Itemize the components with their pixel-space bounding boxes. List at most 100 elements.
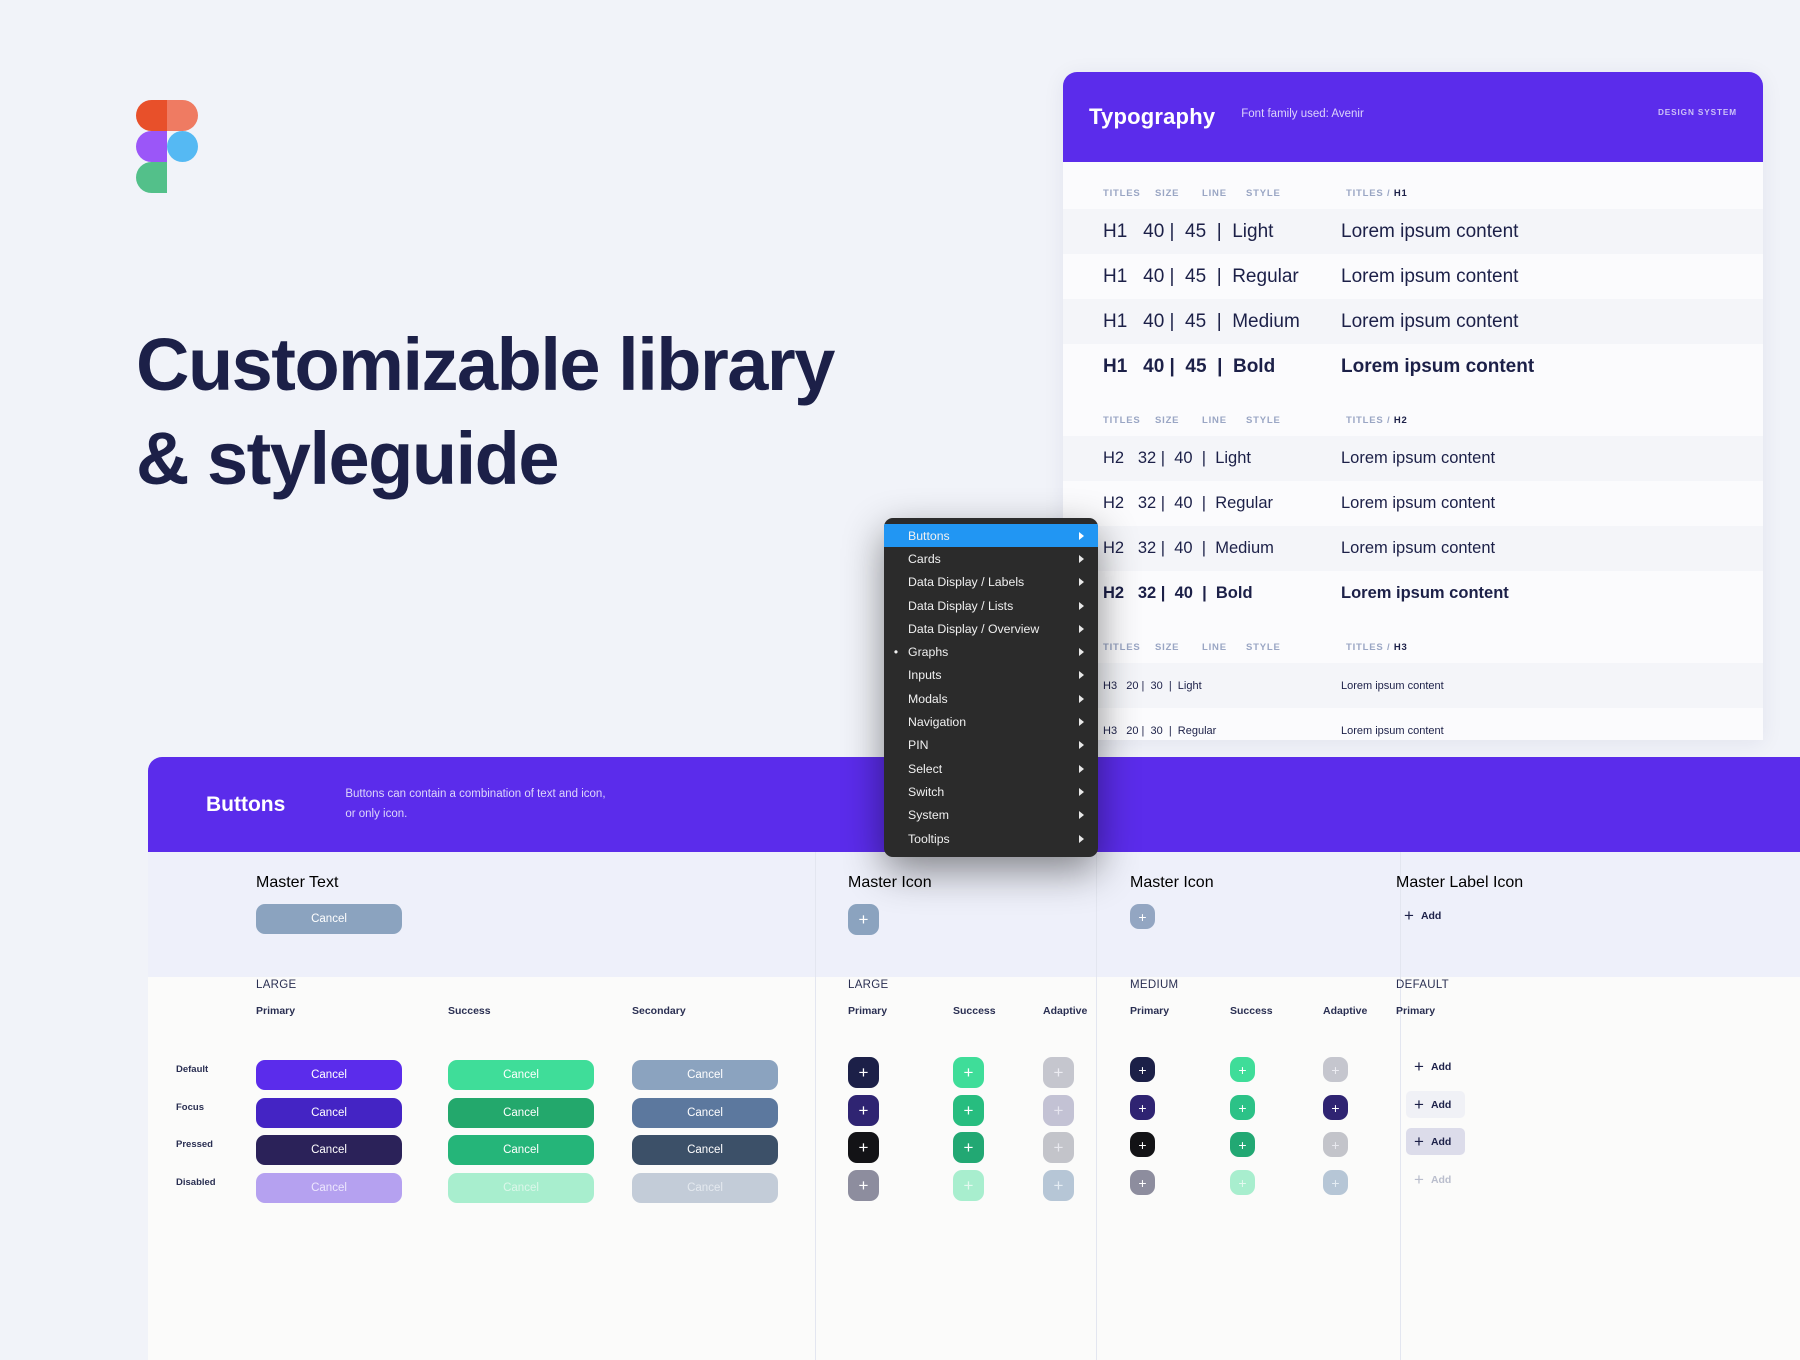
menu-item-label: System: [908, 808, 949, 823]
master-text-button[interactable]: Cancel: [256, 904, 402, 934]
menu-item-inputs[interactable]: Inputs: [884, 664, 1098, 687]
text-button-success-disabled[interactable]: Cancel: [448, 1173, 594, 1203]
label-icon-button-focus[interactable]: + Add: [1406, 1091, 1466, 1118]
icon-button-medium-adaptive-pressed[interactable]: +: [1323, 1132, 1348, 1157]
column-header-sample: TITLES / H2: [1346, 415, 1408, 426]
icon-button-medium-adaptive-disabled[interactable]: +: [1323, 1170, 1348, 1195]
menu-item-select[interactable]: Select: [884, 757, 1098, 780]
icon-button-large-adaptive-default[interactable]: +: [1043, 1057, 1074, 1088]
typography-row: H2 32 | 40 | Bold Lorem ipsum content: [1063, 571, 1763, 616]
column-header-style: STYLE: [1246, 188, 1281, 199]
icon-column-title-large-primary: Primary: [848, 1005, 888, 1017]
state-label-disabled: Disabled: [176, 1177, 216, 1188]
text-column-title-primary: Primary: [256, 1005, 296, 1017]
text-button-secondary-disabled[interactable]: Cancel: [632, 1173, 778, 1203]
chevron-right-icon: [1079, 834, 1084, 843]
typography-panel: Typography Font family used: Avenir DESI…: [1063, 72, 1763, 740]
icon-button-medium-adaptive-default[interactable]: +: [1323, 1057, 1348, 1082]
text-button-secondary-pressed[interactable]: Cancel: [632, 1135, 778, 1165]
state-label-pressed: Pressed: [176, 1139, 213, 1150]
chevron-right-icon: [1079, 718, 1084, 727]
text-button-success-pressed[interactable]: Cancel: [448, 1135, 594, 1165]
icon-button-large-success-pressed[interactable]: +: [953, 1132, 984, 1163]
text-button-primary-pressed[interactable]: Cancel: [256, 1135, 402, 1165]
chevron-right-icon: [1079, 578, 1084, 587]
menu-item-buttons[interactable]: Buttons: [884, 524, 1098, 548]
typography-sample: Lorem ipsum content: [1341, 310, 1519, 332]
icon-button-medium-adaptive-focus[interactable]: +: [1323, 1095, 1348, 1120]
icon-button-large-primary-disabled[interactable]: +: [848, 1170, 879, 1201]
icon-button-large-primary-pressed[interactable]: +: [848, 1132, 879, 1163]
text-button-primary-disabled[interactable]: Cancel: [256, 1173, 402, 1203]
icon-button-large-success-disabled[interactable]: +: [953, 1170, 984, 1201]
icon-button-large-success-focus[interactable]: +: [953, 1095, 984, 1126]
typography-row: H2 32 | 40 | Light Lorem ipsum content: [1063, 436, 1763, 481]
menu-item-label: Inputs: [908, 668, 942, 683]
menu-item-data-display-lists[interactable]: Data Display / Lists: [884, 594, 1098, 617]
headline-line-1: Customizable library: [136, 323, 835, 406]
typography-spec: H3 20 | 30 | Light: [1103, 679, 1202, 692]
icon-button-medium-primary-default[interactable]: +: [1130, 1057, 1155, 1082]
text-button-secondary-default[interactable]: Cancel: [632, 1060, 778, 1090]
label-icon-button-pressed[interactable]: + Add: [1406, 1128, 1466, 1155]
master-icon-button-large[interactable]: +: [848, 904, 879, 935]
menu-item-label: Data Display / Labels: [908, 575, 1025, 590]
text-column-title-secondary: Secondary: [632, 1005, 686, 1017]
icon-button-medium-success-default[interactable]: +: [1230, 1057, 1255, 1082]
icon-button-large-primary-default[interactable]: +: [848, 1057, 879, 1088]
menu-item-modals[interactable]: Modals: [884, 687, 1098, 710]
typography-sample: Lorem ipsum content: [1341, 220, 1519, 242]
icon-button-medium-primary-disabled[interactable]: +: [1130, 1170, 1155, 1195]
text-button-success-default[interactable]: Cancel: [448, 1060, 594, 1090]
menu-item-data-display-overview[interactable]: Data Display / Overview: [884, 617, 1098, 640]
icon-button-medium-success-focus[interactable]: +: [1230, 1095, 1255, 1120]
icon-button-large-adaptive-focus[interactable]: +: [1043, 1095, 1074, 1126]
column-header-size: SIZE: [1155, 642, 1180, 653]
text-button-primary-default[interactable]: Cancel: [256, 1060, 402, 1090]
icon-button-large-success-default[interactable]: +: [953, 1057, 984, 1088]
icon-button-large-adaptive-disabled[interactable]: +: [1043, 1170, 1074, 1201]
menu-item-label: Select: [908, 761, 943, 776]
menu-item-label: Data Display / Lists: [908, 598, 1014, 613]
menu-item-cards[interactable]: Cards: [884, 547, 1098, 570]
typography-spec: H1 40 | 45 | Regular: [1103, 265, 1299, 287]
icon-button-medium-success-disabled[interactable]: +: [1230, 1170, 1255, 1195]
menu-item-pin[interactable]: PIN: [884, 734, 1098, 757]
menu-item-data-display-labels[interactable]: Data Display / Labels: [884, 571, 1098, 594]
icon-button-medium-primary-pressed[interactable]: +: [1130, 1132, 1155, 1157]
master-icon-label-medium: Master Icon: [1130, 874, 1214, 891]
master-label-icon-text: Add: [1420, 909, 1442, 922]
typography-subtitle: Font family used: Avenir: [1241, 108, 1364, 120]
master-label-icon-button[interactable]: + Add: [1396, 902, 1455, 929]
typography-spec: H2 32 | 40 | Regular: [1103, 494, 1273, 512]
typography-table: TITLES SIZE LINE STYLE TITLES / H1 H1 40 | 45…: [1063, 162, 1763, 740]
icon-button-large-primary-focus[interactable]: +: [848, 1095, 879, 1126]
menu-item-switch[interactable]: Switch: [884, 780, 1098, 803]
menu-item-label: Modals: [908, 691, 948, 706]
icon-button-large-adaptive-pressed[interactable]: +: [1043, 1132, 1074, 1163]
menu-item-navigation[interactable]: Navigation: [884, 710, 1098, 733]
column-divider-2: [1096, 852, 1097, 1360]
column-header-line: LINE: [1202, 642, 1227, 653]
label-icon-button-text: Add: [1430, 1060, 1452, 1073]
label-icon-button-disabled[interactable]: + Add: [1406, 1166, 1465, 1193]
component-context-menu[interactable]: Buttons Cards Data Display / Labels Data Di…: [884, 518, 1098, 858]
master-icon-button-medium[interactable]: +: [1130, 904, 1155, 929]
text-button-success-focus[interactable]: Cancel: [448, 1098, 594, 1128]
menu-item-label: Tooltips: [908, 831, 950, 846]
design-system-badge: DESIGN SYSTEM: [1657, 108, 1737, 117]
menu-item-system[interactable]: System: [884, 804, 1098, 827]
menu-item-label: Cards: [908, 551, 941, 566]
typography-sample: Lorem ipsum content: [1341, 355, 1535, 377]
icon-button-medium-primary-focus[interactable]: +: [1130, 1095, 1155, 1120]
typography-header: Typography Font family used: Avenir DESI…: [1063, 72, 1763, 162]
label-icon-button-default[interactable]: + Add: [1406, 1053, 1465, 1080]
menu-item-tooltips[interactable]: Tooltips: [884, 827, 1098, 850]
label-icon-button-text: Add: [1430, 1098, 1452, 1111]
typography-row: H3 20 | 30 | Regular Lorem ipsum content: [1063, 708, 1763, 740]
typography-section-header: TITLES SIZE LINE STYLE TITLES / H2: [1063, 389, 1763, 436]
text-button-primary-focus[interactable]: Cancel: [256, 1098, 402, 1128]
text-button-secondary-focus[interactable]: Cancel: [632, 1098, 778, 1128]
icon-button-medium-success-pressed[interactable]: +: [1230, 1132, 1255, 1157]
menu-item-graphs[interactable]: • Graphs: [884, 640, 1098, 663]
